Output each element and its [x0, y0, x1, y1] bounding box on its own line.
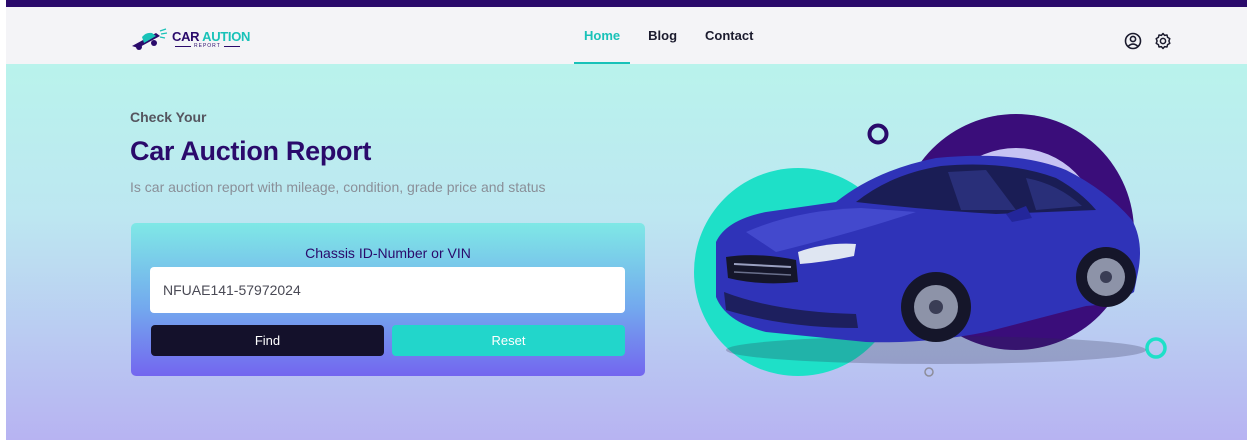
hero-eyebrow: Check Your [130, 109, 207, 125]
vin-input[interactable] [150, 267, 625, 313]
navbar: CAR AUTION REPORT Home Blog Contact [6, 7, 1247, 64]
user-circle-icon[interactable] [1122, 30, 1144, 52]
brand-name-primary: CAR [172, 28, 200, 44]
hero-subtitle: Is car auction report with mileage, cond… [130, 179, 546, 195]
brand-tagline: REPORT [194, 42, 221, 49]
main-nav: Home Blog Contact [572, 7, 769, 64]
reset-button[interactable]: Reset [392, 325, 625, 356]
brand-name: CAR AUTION [172, 30, 250, 43]
hero-car-illustration [686, 92, 1186, 392]
tagline-divider [175, 45, 191, 47]
tagline-divider [223, 45, 240, 47]
page-frame: CAR AUTION REPORT Home Blog Contact Chec… [6, 0, 1247, 440]
vin-field-label: Chassis ID-Number or VIN [305, 245, 471, 261]
small-purple-ring [867, 123, 889, 145]
nav-blog[interactable]: Blog [636, 7, 689, 64]
small-teal-ring [1145, 337, 1167, 359]
hero-title: Car Auction Report [130, 136, 372, 166]
find-button[interactable]: Find [151, 325, 384, 356]
top-accent-bar [6, 0, 1247, 7]
vin-search-card: Chassis ID-Number or VIN Find Reset [131, 223, 645, 376]
nav-home[interactable]: Home [572, 7, 632, 64]
small-gray-ring [924, 367, 934, 377]
car-truck-logo-icon [130, 27, 170, 51]
brand-logo[interactable]: CAR AUTION REPORT [130, 27, 250, 51]
brand-name-accent: AUTION [202, 28, 251, 44]
nav-contact[interactable]: Contact [693, 7, 765, 64]
gear-icon[interactable] [1152, 30, 1174, 52]
